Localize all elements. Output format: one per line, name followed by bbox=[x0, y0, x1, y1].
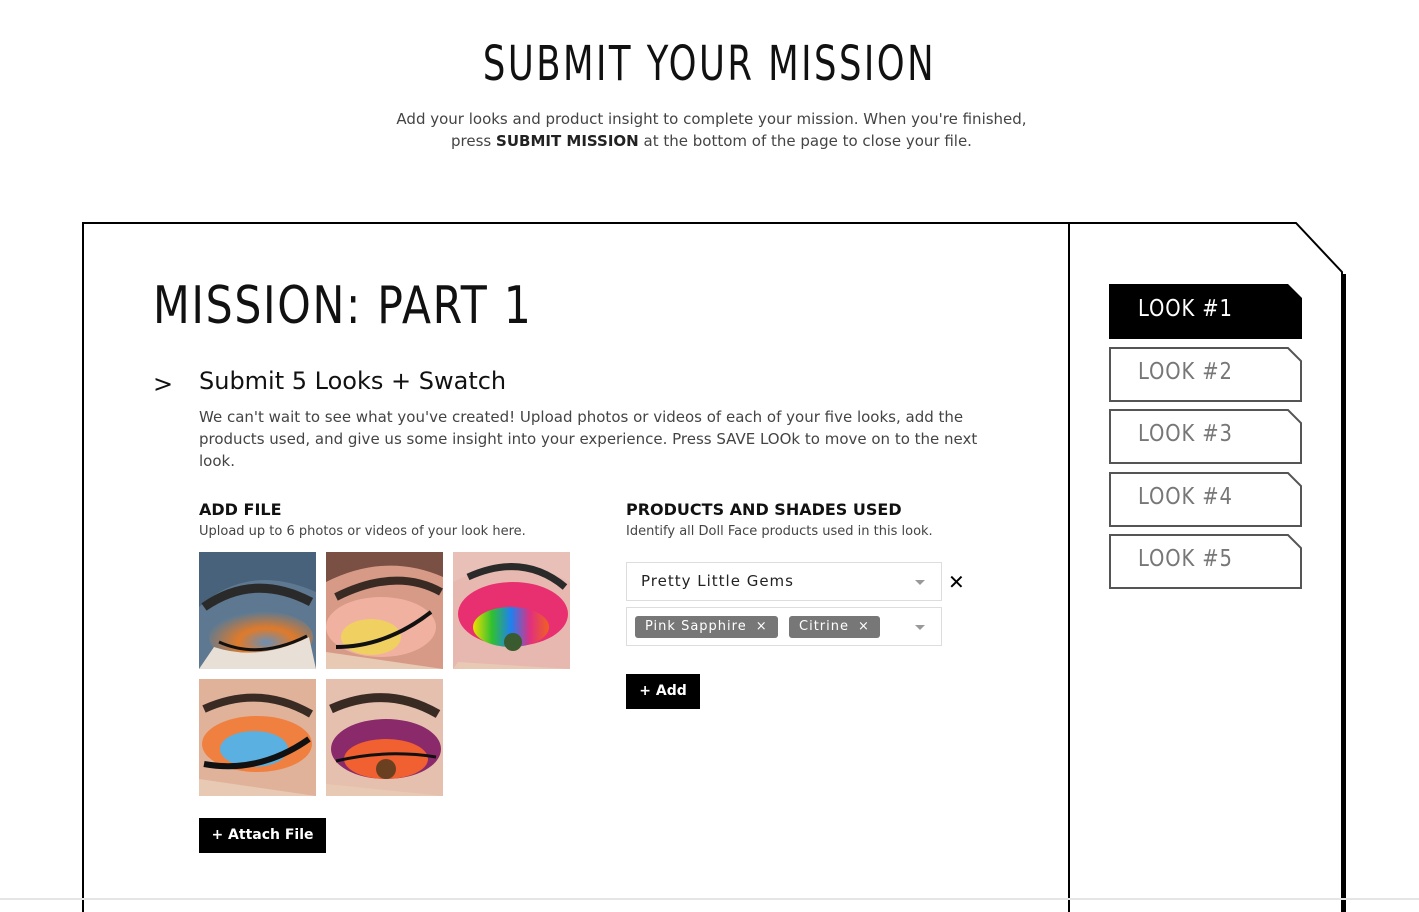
add-product-button[interactable]: + Add bbox=[626, 674, 700, 709]
shade-tag: Pink Sapphire × bbox=[635, 616, 778, 638]
tab-look-3[interactable]: LOOK #3 bbox=[1109, 409, 1302, 464]
eye-photo-orange-icon bbox=[199, 552, 316, 669]
eye-photo-blue-orange-icon bbox=[199, 679, 316, 796]
eye-photo-peach-icon bbox=[326, 552, 443, 669]
tab-look-3-label: LOOK #3 bbox=[1138, 421, 1233, 447]
products-heading: PRODUCTS AND SHADES USED bbox=[626, 500, 902, 519]
look-thumbnail[interactable] bbox=[199, 552, 316, 669]
tab-look-2-label: LOOK #2 bbox=[1138, 359, 1233, 385]
products-subtext: Identify all Doll Face products used in … bbox=[626, 524, 933, 539]
look-thumbnail[interactable] bbox=[326, 679, 443, 796]
product-select-value: Pretty Little Gems bbox=[641, 572, 794, 590]
task-title: Submit 5 Looks + Swatch bbox=[199, 367, 507, 395]
task-description: We can't wait to see what you've created… bbox=[199, 408, 978, 470]
product-select[interactable]: Pretty Little Gems bbox=[626, 562, 942, 601]
add-file-subtext: Upload up to 6 photos or videos of your … bbox=[199, 524, 526, 539]
page-title: SUBMIT YOUR MISSION bbox=[482, 36, 937, 92]
tab-look-5-label: LOOK #5 bbox=[1138, 546, 1233, 572]
look-thumbnail[interactable] bbox=[453, 552, 570, 669]
remove-product-button[interactable]: ✕ bbox=[948, 570, 965, 594]
look-thumbnail[interactable] bbox=[199, 679, 316, 796]
chevron-down-icon bbox=[915, 580, 925, 585]
chevron-down-icon bbox=[915, 625, 925, 630]
mission-title: MISSION: PART 1 bbox=[153, 276, 533, 336]
attach-file-button[interactable]: + Attach File bbox=[199, 818, 326, 853]
tag-remove-icon[interactable]: × bbox=[756, 619, 768, 634]
eye-photo-rainbow-icon bbox=[453, 552, 570, 669]
eye-photo-purple-icon bbox=[326, 679, 443, 796]
intro-text: Add your looks and product insight to co… bbox=[396, 110, 1027, 150]
chevron-right-icon: > bbox=[153, 370, 174, 398]
tab-look-4[interactable]: LOOK #4 bbox=[1109, 472, 1302, 527]
tab-look-2[interactable]: LOOK #2 bbox=[1109, 347, 1302, 402]
shade-multiselect[interactable]: Pink Sapphire × Citrine × bbox=[626, 607, 942, 646]
add-file-heading: ADD FILE bbox=[199, 500, 282, 519]
tab-look-1-label: LOOK #1 bbox=[1138, 296, 1233, 322]
tab-look-5[interactable]: LOOK #5 bbox=[1109, 534, 1302, 589]
submit-mission-emphasis: SUBMIT MISSION bbox=[496, 132, 639, 150]
look-thumbnail[interactable] bbox=[326, 552, 443, 669]
tab-look-4-label: LOOK #4 bbox=[1138, 484, 1233, 510]
tab-look-1[interactable]: LOOK #1 bbox=[1109, 284, 1302, 339]
tag-remove-icon[interactable]: × bbox=[858, 619, 870, 634]
shade-tag: Citrine × bbox=[789, 616, 880, 638]
